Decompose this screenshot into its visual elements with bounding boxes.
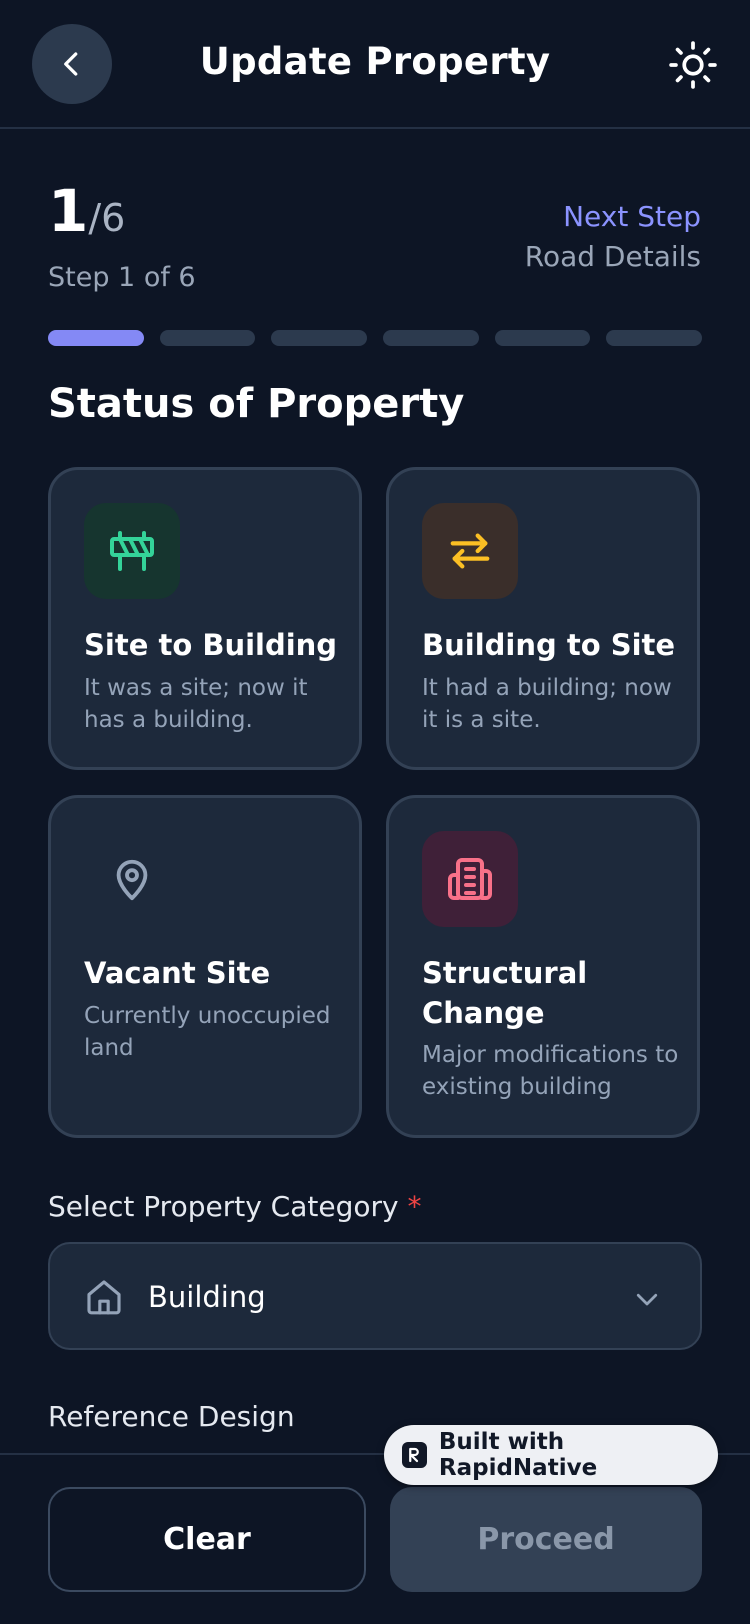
card-title: Structural Change	[422, 956, 588, 1030]
progress-segment	[48, 330, 144, 346]
built-with-badge[interactable]: Built with RapidNative	[384, 1425, 718, 1485]
status-card-site-to-building[interactable]: Site to Building It was a site; now it h…	[48, 467, 362, 770]
step-subtitle: Step 1 of 6	[48, 262, 196, 293]
card-title: Vacant Site	[84, 956, 271, 990]
progress-segment	[159, 330, 256, 346]
clear-button[interactable]: Clear	[48, 1487, 366, 1592]
property-category-select[interactable]: Building	[48, 1242, 702, 1350]
card-description: Major modifications to existing building	[422, 1042, 679, 1100]
rapidnative-logo-icon	[402, 1442, 427, 1468]
progress-segment	[383, 330, 479, 346]
badge-text: Built with RapidNative	[438, 1429, 598, 1481]
next-step-name: Road Details	[524, 240, 701, 273]
card-title: Building to Site	[422, 628, 676, 662]
page-title: Update Property	[199, 40, 551, 83]
next-step-label: Next Step	[563, 200, 701, 233]
card-title: Site to Building	[84, 628, 338, 662]
theme-toggle-button[interactable]	[668, 40, 718, 90]
section-title: Status of Property	[48, 381, 465, 427]
status-card-vacant-site[interactable]: Vacant Site Currently unoccupied land	[48, 795, 362, 1138]
icon-container	[84, 503, 180, 599]
required-mark: *	[407, 1190, 422, 1223]
card-description: It had a building; now it is a site.	[422, 675, 672, 733]
status-card-structural-change[interactable]: Structural Change Major modifications to…	[386, 795, 700, 1138]
card-description: Currently unoccupied land	[84, 1003, 331, 1061]
progress-segment	[271, 330, 368, 346]
category-value: Building	[148, 1280, 266, 1314]
step-current: 1	[48, 177, 89, 245]
sun-icon	[669, 41, 717, 89]
map-pin-icon	[116, 859, 148, 901]
step-counter: 1/6	[48, 182, 125, 240]
barrier-icon	[110, 531, 154, 571]
swap-arrows-icon	[450, 533, 490, 569]
building-icon	[448, 858, 492, 900]
category-label: Select Property Category *	[48, 1190, 421, 1223]
card-description: It was a site; now it has a building.	[84, 675, 308, 733]
progress-segment	[494, 330, 591, 346]
status-card-building-to-site[interactable]: Building to Site It had a building; now …	[386, 467, 700, 770]
proceed-button[interactable]: Proceed	[390, 1487, 702, 1592]
chevron-down-icon	[632, 1284, 662, 1318]
reference-design-label: Reference Design	[48, 1400, 295, 1433]
icon-container	[422, 503, 518, 599]
icon-container	[422, 831, 518, 927]
step-total: /6	[88, 196, 126, 240]
header: Update Property	[0, 0, 750, 129]
progress-segment	[606, 330, 703, 346]
home-icon	[84, 1277, 124, 1321]
category-label-text: Select Property Category	[48, 1190, 399, 1223]
icon-container	[84, 831, 180, 927]
progress-bar	[48, 330, 703, 346]
